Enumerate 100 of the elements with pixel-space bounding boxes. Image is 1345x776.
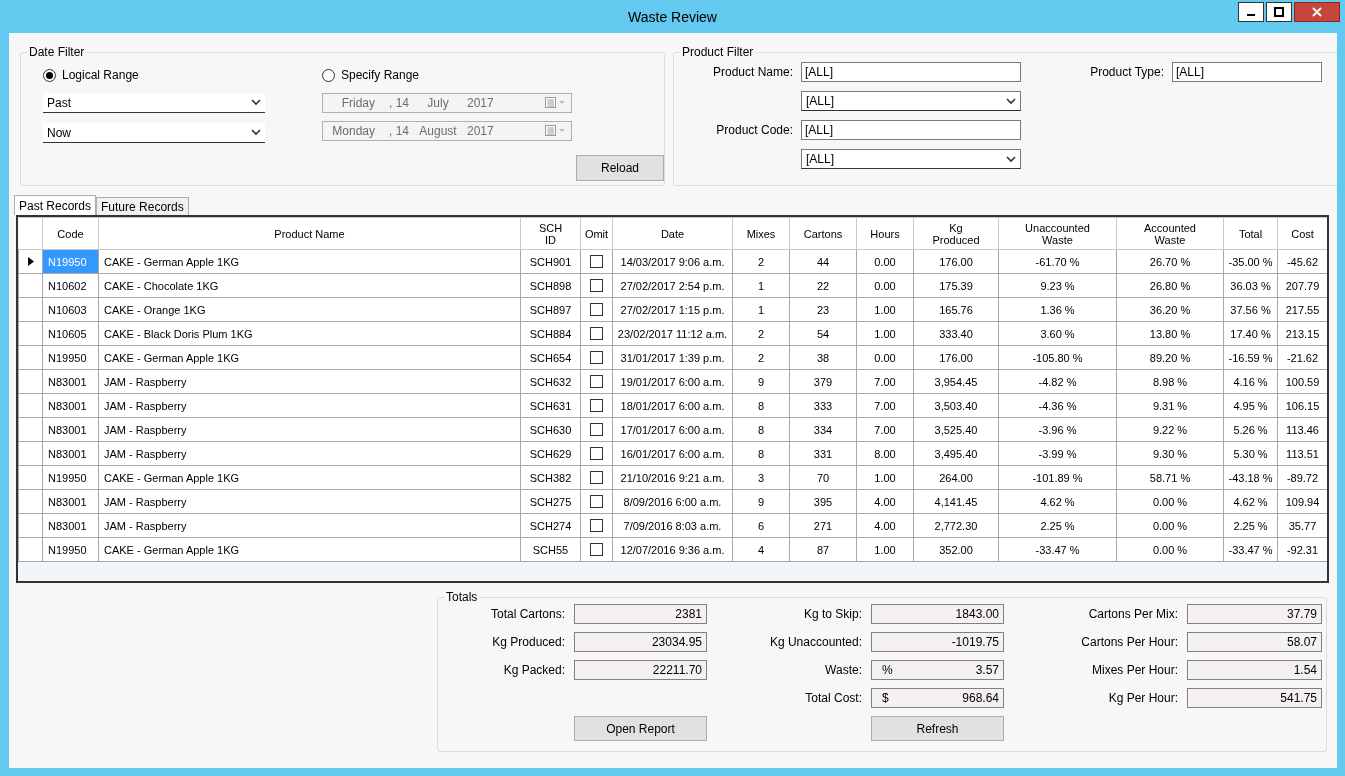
checkbox[interactable]	[590, 327, 603, 341]
tab[interactable]: Past Records	[14, 195, 97, 215]
tab[interactable]: Future Records	[96, 197, 189, 215]
calendar-icon	[545, 97, 567, 109]
table-cell: 23/02/2017 11:12 a.m.	[612, 321, 733, 346]
table-cell: JAM - Raspberry	[98, 513, 521, 538]
column-header[interactable]: Mixes	[732, 217, 790, 250]
table-cell: CAKE - Orange 1KG	[98, 297, 521, 322]
row-header[interactable]	[18, 249, 43, 274]
maximize-button[interactable]	[1266, 2, 1292, 22]
field-label: Kg Unaccounted:	[768, 635, 863, 649]
table-cell: CAKE - German Apple 1KG	[98, 465, 521, 490]
field-label: Total Cost:	[804, 691, 863, 705]
table-cell: 19/01/2017 6:00 a.m.	[612, 369, 733, 394]
readonly-field: 22211.70	[574, 660, 707, 680]
readonly-field: 37.79	[1187, 604, 1322, 624]
checkbox[interactable]	[590, 375, 603, 389]
field-label: Product Name:	[711, 65, 794, 79]
window-title: Waste Review	[628, 8, 717, 25]
minimize-button[interactable]	[1238, 2, 1264, 22]
checkbox[interactable]	[590, 471, 603, 485]
table-cell: JAM - Raspberry	[98, 441, 521, 466]
table-cell: 18/01/2017 6:00 a.m.	[612, 393, 733, 418]
radio-label[interactable]: Logical Range	[62, 68, 139, 82]
group-label: Totals	[445, 590, 479, 604]
column-header[interactable]: Unaccounted Waste	[998, 217, 1117, 250]
reload-button[interactable]: Reload	[576, 155, 664, 181]
table-cell: 12/07/2016 9:36 a.m.	[612, 537, 733, 562]
table-cell: 9.22 %	[1116, 417, 1224, 442]
text-field[interactable]: [ALL]	[801, 120, 1021, 140]
table-cell: 0.00 %	[1116, 513, 1224, 538]
radio-button[interactable]	[322, 68, 335, 82]
table-cell: -61.70 %	[998, 249, 1117, 274]
calendar-icon	[545, 125, 567, 137]
checkbox[interactable]	[590, 423, 603, 437]
checkbox[interactable]	[590, 279, 603, 293]
field-label: Cartons Per Mix:	[1087, 607, 1179, 621]
checkbox[interactable]	[590, 495, 603, 509]
field-label: Mixes Per Hour:	[1090, 663, 1179, 677]
column-header[interactable]: Total	[1223, 217, 1278, 250]
table-cell: 13.80 %	[1116, 321, 1224, 346]
column-header[interactable]: Kg Produced	[913, 217, 999, 250]
radio-label[interactable]: Specify Range	[341, 68, 420, 82]
column-header[interactable]: Omit	[580, 217, 613, 250]
table-cell: 31/01/2017 1:39 p.m.	[612, 345, 733, 370]
table-cell: 0.00 %	[1116, 537, 1224, 562]
table-cell: 21/10/2016 9:21 a.m.	[612, 465, 733, 490]
checkbox[interactable]	[590, 303, 603, 317]
field-label: Kg Produced:	[491, 635, 566, 649]
table-cell: CAKE - Chocolate 1KG	[98, 273, 521, 298]
column-header[interactable]: Product Name	[98, 217, 521, 250]
table-cell: 58.71 %	[1116, 465, 1224, 490]
dropdown[interactable]: [ALL]	[801, 91, 1021, 111]
field-label: Kg Packed:	[502, 663, 566, 677]
dropdown[interactable]: [ALL]	[801, 149, 1021, 169]
table-cell: -33.47 %	[998, 537, 1117, 562]
text-field[interactable]: [ALL]	[1172, 62, 1322, 82]
table-cell: 36.20 %	[1116, 297, 1224, 322]
table-cell: -105.80 %	[998, 345, 1117, 370]
field-label: Kg Per Hour:	[1107, 691, 1179, 705]
column-header[interactable]: Cartons	[789, 217, 857, 250]
table-cell: 27/02/2017 2:54 p.m.	[612, 273, 733, 298]
table-cell: 27/02/2017 1:15 p.m.	[612, 297, 733, 322]
dropdown[interactable]: Now	[43, 123, 265, 143]
action-button[interactable]: Refresh	[871, 716, 1004, 741]
readonly-field: -1019.75	[871, 632, 1004, 652]
readonly-field: $ 968.64	[871, 688, 1004, 708]
column-header[interactable]: Hours	[856, 217, 914, 250]
table-cell: 3.60 %	[998, 321, 1117, 346]
column-header[interactable]: Cost	[1277, 217, 1327, 250]
column-header[interactable]: Code	[42, 217, 99, 250]
checkbox[interactable]	[590, 399, 603, 413]
checkbox[interactable]	[590, 543, 603, 557]
table-cell: -4.82 %	[998, 369, 1117, 394]
column-header[interactable]: Date	[612, 217, 733, 250]
dropdown[interactable]: Past	[43, 93, 265, 113]
table-cell: CAKE - German Apple 1KG	[98, 249, 521, 274]
table-cell: CAKE - German Apple 1KG	[98, 345, 521, 370]
checkbox[interactable]	[590, 447, 603, 461]
table-cell: 16/01/2017 6:00 a.m.	[612, 441, 733, 466]
radio-button[interactable]	[43, 68, 56, 82]
table-cell: JAM - Raspberry	[98, 369, 521, 394]
close-button[interactable]	[1294, 2, 1340, 22]
table-cell: 26.70 %	[1116, 249, 1224, 274]
checkbox[interactable]	[590, 519, 603, 533]
column-header[interactable]: SCH ID	[520, 217, 581, 250]
checkbox[interactable]	[590, 351, 603, 365]
table-cell: -101.89 %	[998, 465, 1117, 490]
table-cell: JAM - Raspberry	[98, 417, 521, 442]
action-button[interactable]: Open Report	[574, 716, 707, 741]
table-cell: 17/01/2017 6:00 a.m.	[612, 417, 733, 442]
column-header[interactable]: Accounted Waste	[1116, 217, 1224, 250]
table-cell: -4.36 %	[998, 393, 1117, 418]
table-cell: JAM - Raspberry	[98, 489, 521, 514]
readonly-field: 541.75	[1187, 688, 1322, 708]
checkbox[interactable]	[590, 255, 603, 269]
table-cell: -3.96 %	[998, 417, 1117, 442]
readonly-field: 1.54	[1187, 660, 1322, 680]
current-row-icon	[27, 256, 34, 266]
text-field[interactable]: [ALL]	[801, 62, 1021, 82]
